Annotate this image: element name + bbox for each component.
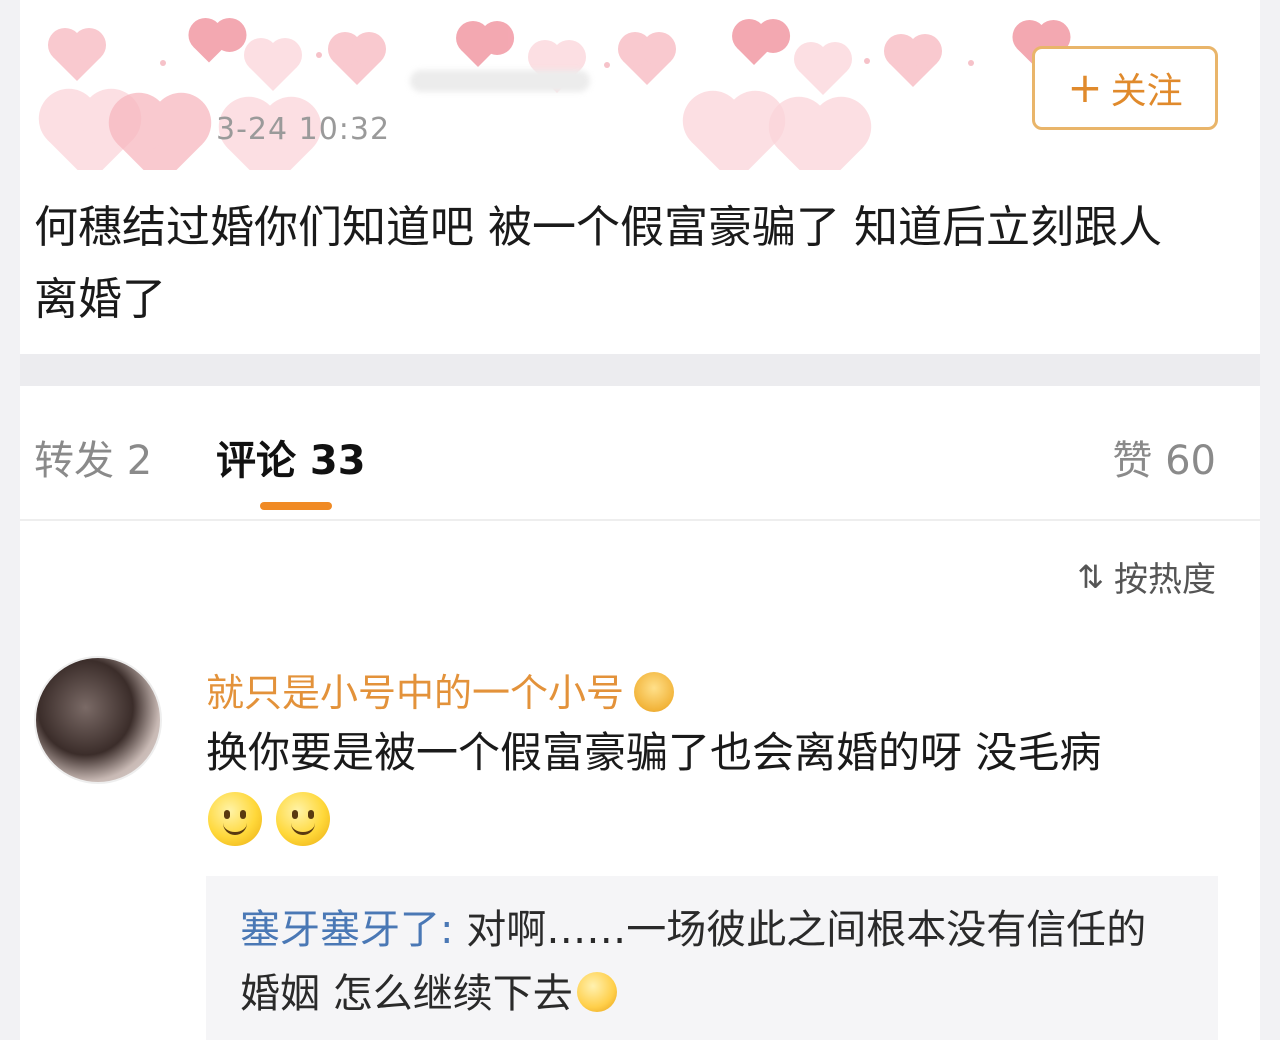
heart-decoration <box>737 31 771 65</box>
heart-decoration <box>461 33 495 67</box>
reply-box[interactable]: 塞牙塞牙了: 对啊……一场彼此之间根本没有信任的婚姻 怎么继续下去 <box>206 876 1218 1040</box>
heart-decoration <box>622 36 672 86</box>
heart-decoration <box>332 36 382 86</box>
comment-emojis <box>208 792 330 846</box>
tab-comments[interactable]: 评论 33 <box>216 428 366 486</box>
dot-decoration <box>968 60 974 66</box>
post-tabs: 转发 2 评论 33 赞 60 <box>20 386 1260 521</box>
comment-author[interactable]: 就只是小号中的一个小号 <box>206 662 675 717</box>
section-divider <box>20 354 1260 386</box>
active-tab-indicator <box>260 502 332 510</box>
smile-emoji-icon <box>276 792 330 846</box>
tab-likes[interactable]: 赞 60 <box>1112 428 1216 486</box>
heart-decoration <box>777 105 863 170</box>
post-card: 3-24 10:32 + 关注 何穗结过婚你们知道吧 被一个假富豪骗了 知道后立… <box>20 0 1260 1040</box>
dot-decoration <box>604 62 610 68</box>
reply-content: 塞牙塞牙了: 对啊……一场彼此之间根本没有信任的婚姻 怎么继续下去 <box>240 898 1170 1026</box>
yummy-emoji-icon <box>576 972 617 1012</box>
heart-decoration <box>888 38 938 88</box>
post-body: 何穗结过婚你们知道吧 被一个假富豪骗了 知道后立刻跟人离婚了 <box>34 202 1162 325</box>
post-timestamp: 3-24 10:32 <box>216 112 391 147</box>
tabs-divider <box>20 519 1260 521</box>
vip-badge-icon <box>634 671 675 712</box>
heart-decoration <box>798 46 848 96</box>
blurred-username <box>410 70 590 92</box>
follow-button[interactable]: + 关注 <box>1032 46 1218 130</box>
follow-label: 关注 <box>1110 71 1183 112</box>
plus-icon: + <box>1067 63 1103 112</box>
dot-decoration <box>316 52 322 58</box>
comment-text: 换你要是被一个假富豪骗了也会离婚的呀 没毛病 <box>206 728 1102 777</box>
sort-label: 按热度 <box>1114 560 1216 600</box>
dot-decoration <box>160 60 166 66</box>
tab-repost[interactable]: 转发 2 <box>34 428 152 486</box>
sort-icon: ⇅ <box>1077 557 1104 596</box>
smile-emoji-icon <box>208 792 262 846</box>
heart-decoration <box>691 99 777 170</box>
heart-decoration <box>52 32 102 82</box>
heart-decoration <box>117 101 203 170</box>
dot-decoration <box>864 58 870 64</box>
sort-by-hot-button[interactable]: ⇅ 按热度 <box>1077 552 1216 601</box>
heart-decoration <box>248 42 298 92</box>
header-banner: 3-24 10:32 + 关注 <box>20 0 1260 170</box>
comment-author-name: 就只是小号中的一个小号 <box>206 671 625 715</box>
avatar[interactable] <box>34 656 162 784</box>
heart-decoration <box>193 31 225 63</box>
reply-author[interactable]: 塞牙塞牙了: <box>240 907 453 953</box>
